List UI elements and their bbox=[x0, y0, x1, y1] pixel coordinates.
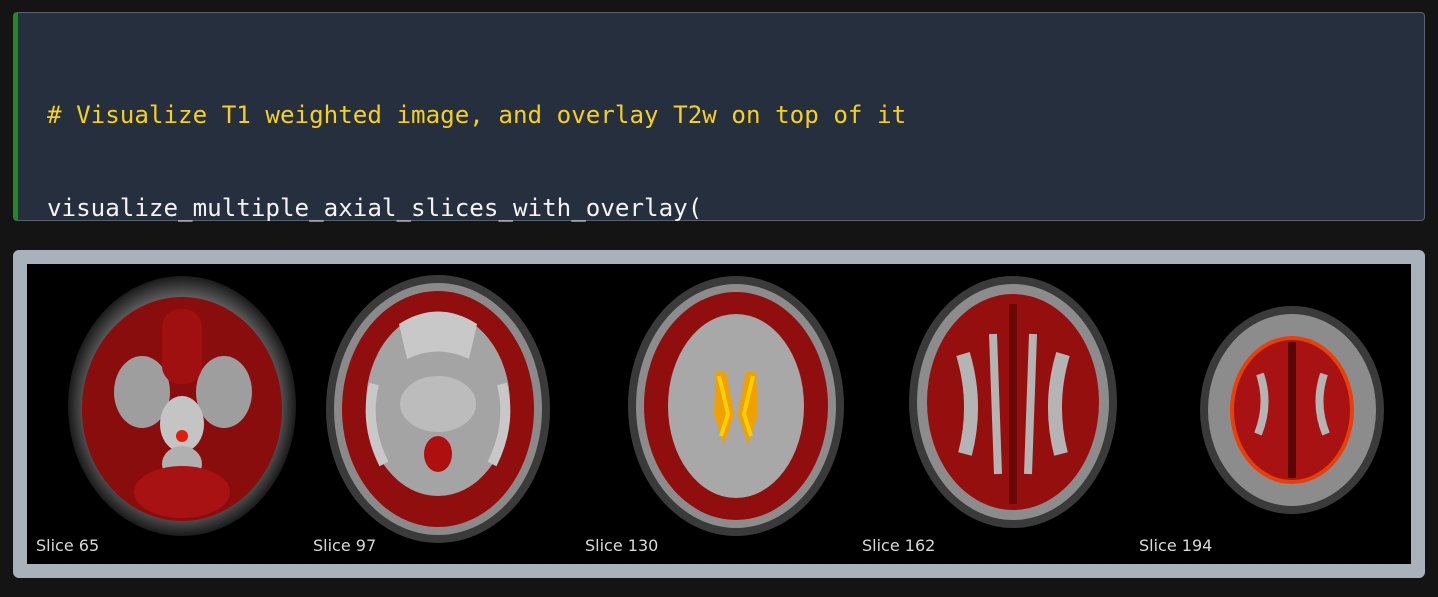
brain-slice-image bbox=[628, 276, 844, 536]
brain-slice-figure: Slice 65 Slice 97 Slice 130 Slice 162 Sl… bbox=[27, 264, 1411, 564]
code-line: visualize_multiple_axial_slices_with_ove… bbox=[47, 193, 979, 224]
brain-slice-image bbox=[68, 276, 296, 536]
brain-slice-image bbox=[909, 276, 1117, 528]
slice-label: Slice 162 bbox=[862, 536, 936, 555]
slice-label: Slice 130 bbox=[585, 536, 659, 555]
brain-slice-panel: Slice 194 bbox=[1130, 264, 1411, 564]
brain-slice-panel: Slice 162 bbox=[853, 264, 1130, 564]
brain-slice-image bbox=[1200, 306, 1384, 514]
slice-label: Slice 97 bbox=[313, 536, 377, 555]
brain-slice-panel: Slice 97 bbox=[304, 264, 576, 564]
code-cell[interactable]: # Visualize T1 weighted image, and overl… bbox=[13, 12, 1425, 501]
code-line: # Visualize T1 weighted image, and overl… bbox=[47, 100, 979, 131]
brain-slice-panel: Slice 65 bbox=[27, 264, 304, 564]
slice-label: Slice 65 bbox=[36, 536, 100, 555]
output-cell: Slice 65 Slice 97 Slice 130 Slice 162 Sl… bbox=[13, 250, 1425, 578]
brain-slice-panel: Slice 130 bbox=[576, 264, 853, 564]
brain-slice-image bbox=[326, 275, 550, 543]
slice-label: Slice 194 bbox=[1139, 536, 1213, 555]
code-token: # Visualize T1 weighted image, and overl… bbox=[47, 101, 907, 129]
code-token: visualize_multiple_axial_slices_with_ove… bbox=[47, 194, 703, 222]
